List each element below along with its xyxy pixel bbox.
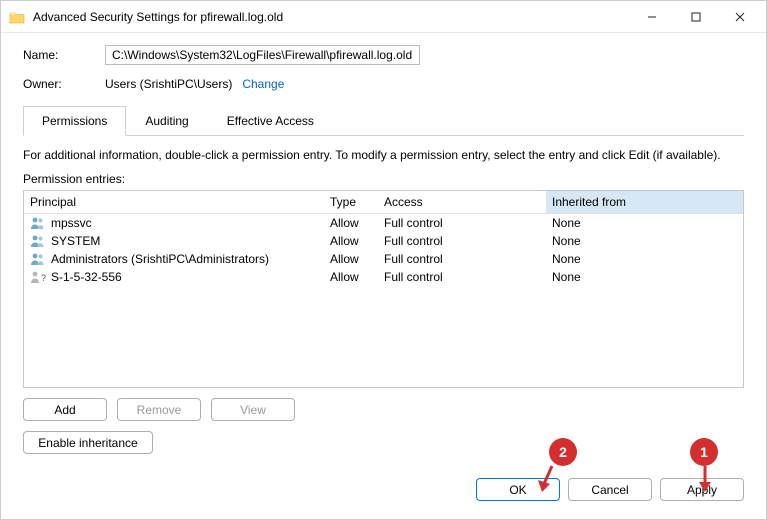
type-cell: Allow	[324, 215, 378, 231]
name-label: Name:	[23, 48, 105, 62]
minimize-button[interactable]	[630, 2, 674, 32]
dialog-buttons: OK Cancel Apply	[23, 470, 744, 503]
owner-label: Owner:	[23, 77, 105, 91]
tabs: Permissions Auditing Effective Access	[23, 105, 744, 136]
remove-button: Remove	[117, 398, 201, 421]
inherited-cell: None	[546, 233, 743, 249]
close-button[interactable]	[718, 2, 762, 32]
access-cell: Full control	[378, 233, 546, 249]
principal-cell: Administrators (SrishtiPC\Administrators…	[24, 251, 324, 267]
table-row[interactable]: SYSTEM AllowFull controlNone	[24, 232, 743, 250]
users-icon	[30, 216, 46, 230]
owner-row: Owner: Users (SrishtiPC\Users) Change	[23, 77, 744, 91]
list-header: Principal Type Access Inherited from	[24, 191, 743, 214]
table-row[interactable]: mpssvc AllowFull controlNone	[24, 214, 743, 232]
annotation-arrow-2	[538, 464, 556, 492]
content-pane: Name: Owner: Users (SrishtiPC\Users) Cha…	[11, 41, 756, 509]
advanced-security-window: Advanced Security Settings for pfirewall…	[0, 0, 767, 520]
maximize-button[interactable]	[674, 2, 718, 32]
name-input[interactable]	[105, 45, 420, 65]
tab-auditing[interactable]: Auditing	[126, 106, 207, 136]
type-cell: Allow	[324, 269, 378, 285]
principal-cell: SYSTEM	[24, 233, 324, 249]
principal-name: Administrators (SrishtiPC\Administrators…	[51, 252, 269, 266]
header-principal[interactable]: Principal	[24, 191, 324, 213]
type-cell: Allow	[324, 251, 378, 267]
svg-text:?: ?	[41, 273, 46, 283]
users-icon	[30, 252, 46, 266]
add-button[interactable]: Add	[23, 398, 107, 421]
list-rows: mpssvcAllowFull controlNoneSYSTEMAllowFu…	[24, 214, 743, 286]
principal-cell: ? S-1-5-32-556	[24, 269, 324, 285]
table-row[interactable]: ? S-1-5-32-556 AllowFull controlNone	[24, 268, 743, 286]
window-title: Advanced Security Settings for pfirewall…	[33, 10, 630, 24]
inherited-cell: None	[546, 215, 743, 231]
entry-buttons-row: Add Remove View	[23, 398, 744, 421]
inherited-cell: None	[546, 251, 743, 267]
view-button: View	[211, 398, 295, 421]
titlebar: Advanced Security Settings for pfirewall…	[1, 1, 766, 33]
inherited-cell: None	[546, 269, 743, 285]
header-access[interactable]: Access	[378, 191, 546, 213]
access-cell: Full control	[378, 269, 546, 285]
inheritance-row: Enable inheritance	[23, 431, 744, 454]
cancel-button[interactable]: Cancel	[568, 478, 652, 501]
info-text: For additional information, double-click…	[23, 148, 744, 162]
name-row: Name:	[23, 45, 744, 65]
folder-icon	[9, 10, 25, 24]
permission-list[interactable]: Principal Type Access Inherited from mps…	[23, 190, 744, 388]
enable-inheritance-button[interactable]: Enable inheritance	[23, 431, 153, 454]
principal-name: mpssvc	[51, 216, 92, 230]
change-owner-link[interactable]: Change	[242, 77, 284, 91]
table-row[interactable]: Administrators (SrishtiPC\Administrators…	[24, 250, 743, 268]
owner-value: Users (SrishtiPC\Users)	[105, 77, 232, 91]
principal-name: S-1-5-32-556	[51, 270, 122, 284]
access-cell: Full control	[378, 215, 546, 231]
header-inherited[interactable]: Inherited from	[546, 191, 743, 213]
type-cell: Allow	[324, 233, 378, 249]
principal-name: SYSTEM	[51, 234, 100, 248]
annotation-badge-1: 1	[690, 438, 718, 466]
annotation-arrow-1	[696, 464, 714, 492]
principal-cell: mpssvc	[24, 215, 324, 231]
annotation-badge-2: 2	[549, 438, 577, 466]
unknown-user-icon: ?	[30, 270, 46, 284]
users-icon	[30, 234, 46, 248]
tab-effective-access[interactable]: Effective Access	[208, 106, 333, 136]
tab-permissions[interactable]: Permissions	[23, 106, 126, 136]
access-cell: Full control	[378, 251, 546, 267]
entries-label: Permission entries:	[23, 172, 744, 186]
header-type[interactable]: Type	[324, 191, 378, 213]
